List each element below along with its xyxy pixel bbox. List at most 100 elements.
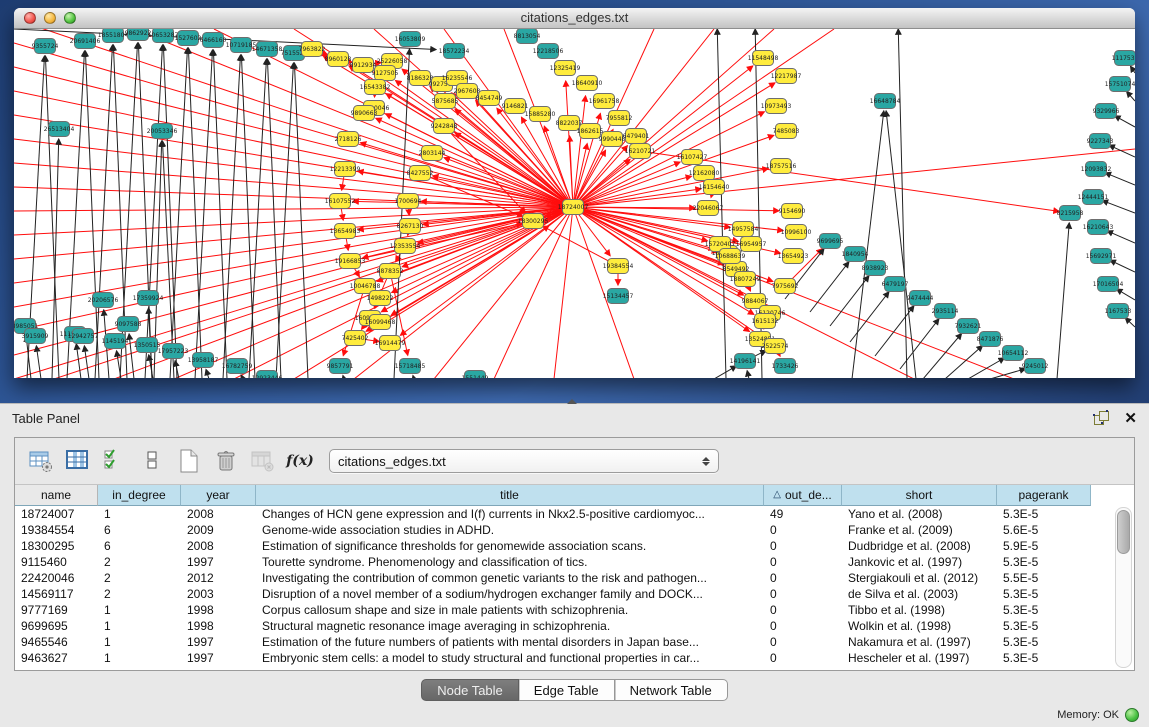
graph-node[interactable]: 14671358 — [252, 42, 283, 57]
table-select[interactable]: citations_edges.txt — [329, 449, 719, 473]
graph-node[interactable]: 1700694 — [395, 194, 422, 209]
delete-table-icon[interactable] — [249, 447, 277, 475]
graph-node[interactable]: 8938923 — [862, 261, 889, 276]
graph-node[interactable]: 2522574 — [762, 339, 789, 354]
graph-node[interactable]: 17957223 — [158, 344, 189, 359]
graph-node[interactable]: 12213399 — [330, 162, 361, 177]
graph-node[interactable]: 19166853 — [335, 254, 366, 269]
table-row[interactable]: 1830029562008Estimation of significance … — [15, 538, 1134, 554]
graph-node[interactable]: 22046067 — [693, 201, 724, 216]
float-panel-icon[interactable] — [1094, 411, 1110, 426]
graph-node[interactable]: 9245012 — [1022, 359, 1049, 374]
table-vertical-scrollbar[interactable] — [1115, 507, 1132, 668]
graph-node[interactable]: 16961758 — [589, 94, 620, 109]
graph-node[interactable]: 15885280 — [525, 107, 556, 122]
column-header-title[interactable]: title — [256, 485, 764, 506]
graph-node[interactable]: 7975692 — [772, 279, 799, 294]
graph-node[interactable]: 9227343 — [1087, 134, 1114, 149]
graph-node[interactable]: 16543382 — [360, 80, 391, 95]
graph-node[interactable]: 5875685 — [432, 94, 459, 109]
graph-node[interactable]: 9355724 — [32, 39, 59, 54]
graph-node[interactable]: 1551449 — [462, 371, 489, 379]
table-row[interactable]: 911546021997Tourette syndrome. Phenomeno… — [15, 554, 1134, 570]
graph-node[interactable]: 18757516 — [766, 159, 797, 174]
graph-node[interactable]: 6479401 — [623, 129, 650, 144]
graph-node[interactable]: 20206576 — [88, 293, 119, 308]
memory-status[interactable]: Memory: OK — [1057, 708, 1139, 722]
graph-node[interactable]: 9699695 — [817, 234, 844, 249]
graph-node[interactable]: 1498222 — [367, 291, 394, 306]
graph-node[interactable]: 9857791 — [327, 359, 354, 374]
graph-node[interactable]: 6466160 — [200, 33, 227, 48]
tab-node-table[interactable]: Node Table — [421, 679, 519, 701]
table-row[interactable]: 1872400712008Changes of HCN gene express… — [15, 506, 1134, 522]
graph-node[interactable]: 16210643 — [1083, 220, 1114, 235]
graph-node[interactable]: 16053809 — [395, 32, 426, 47]
graph-node[interactable]: 15134457 — [603, 289, 634, 304]
tab-edge-table[interactable]: Edge Table — [519, 679, 615, 701]
tab-network-table[interactable]: Network Table — [615, 679, 728, 701]
graph-node[interactable]: 10654112 — [998, 346, 1029, 361]
graph-node[interactable]: 6479197 — [882, 277, 909, 292]
graph-node[interactable]: 15718485 — [395, 359, 426, 374]
graph-node[interactable]: 13958187 — [188, 353, 219, 368]
table-mode-gear-icon[interactable] — [27, 447, 55, 475]
graph-node[interactable]: 8813054 — [514, 29, 541, 44]
graph-node[interactable]: 18640910 — [572, 76, 603, 91]
graph-node[interactable]: 7963822 — [299, 42, 326, 57]
graph-node[interactable]: 16914479 — [375, 336, 406, 351]
table-row[interactable]: 946554611997Estimation of the future num… — [15, 634, 1134, 650]
graph-node[interactable]: 9154690 — [779, 204, 806, 219]
column-header-pagerank[interactable]: pagerank — [997, 485, 1091, 506]
table-row[interactable]: 1456911722003Disruption of a novel membe… — [15, 586, 1134, 602]
row-cells-icon[interactable] — [138, 447, 166, 475]
graph-node[interactable]: 2718126 — [335, 132, 362, 147]
graph-node[interactable]: 7485083 — [773, 124, 800, 139]
graph-node[interactable]: 12444151 — [1078, 190, 1109, 205]
trash-icon[interactable] — [212, 447, 240, 475]
graph-node[interactable]: 17016504 — [1093, 277, 1124, 292]
graph-node[interactable]: 3915909 — [22, 329, 49, 344]
select-columns-checklist-icon[interactable] — [101, 447, 129, 475]
graph-node[interactable]: 12218506 — [533, 44, 564, 59]
column-header-name[interactable]: name — [15, 485, 98, 506]
graph-node[interactable]: 12325419 — [550, 61, 581, 76]
network-canvas[interactable]: 9355724206914061855180498629221065328715… — [14, 29, 1135, 378]
graph-node[interactable]: 8960128 — [325, 52, 352, 67]
graph-node[interactable]: 9329966 — [1093, 104, 1120, 119]
graph-node[interactable]: 8427552 — [407, 166, 434, 181]
graph-node[interactable]: 1733426 — [772, 359, 799, 374]
graph-node[interactable]: 1527602 — [175, 31, 202, 46]
graph-node[interactable]: 12093832 — [1081, 162, 1112, 177]
table-row[interactable]: 1938455462009Genome-wide association stu… — [15, 522, 1134, 538]
graph-node[interactable]: 12923446 — [252, 371, 283, 379]
graph-node[interactable]: 10996100 — [781, 225, 812, 240]
close-panel-icon[interactable]: ✕ — [1124, 411, 1137, 426]
network-window-titlebar[interactable]: citations_edges.txt — [14, 8, 1135, 29]
column-header-out_de[interactable]: △out_de... — [764, 485, 842, 506]
show-columns-icon[interactable] — [64, 447, 92, 475]
graph-node[interactable]: 7955812 — [606, 111, 633, 126]
citation-network-graph[interactable]: 9355724206914061855180498629221065328715… — [14, 29, 1135, 378]
column-header-year[interactable]: year — [181, 485, 256, 506]
graph-node[interactable]: 9890663 — [351, 106, 378, 121]
graph-node[interactable]: 12217987 — [771, 69, 802, 84]
table-row[interactable]: 946362711997Embryonic stem cells: a mode… — [15, 650, 1134, 666]
graph-node[interactable]: 14957584 — [728, 222, 759, 237]
graph-node[interactable]: 10973493 — [761, 99, 792, 114]
scrollbar-thumb[interactable] — [1117, 510, 1130, 554]
panel-splitter-handle[interactable] — [567, 399, 577, 404]
graph-node[interactable]: 16107427 — [677, 150, 708, 165]
graph-node[interactable]: 8878352 — [377, 264, 404, 279]
graph-node[interactable]: 1840954 — [842, 247, 869, 262]
graph-node[interactable]: 8215958 — [1057, 206, 1084, 221]
graph-node[interactable]: 8471876 — [977, 332, 1004, 347]
graph-node[interactable]: 9990448 — [599, 132, 626, 147]
graph-node[interactable]: 11548498 — [748, 51, 779, 66]
graph-node[interactable]: 1350515 — [134, 338, 161, 353]
graph-node[interactable]: 1167533 — [1105, 304, 1132, 319]
function-builder-icon[interactable]: f(x) — [286, 447, 314, 475]
graph-node[interactable]: 2803144 — [419, 146, 446, 161]
graph-node[interactable]: 8454749 — [476, 91, 503, 106]
graph-node[interactable]: 9242848 — [431, 119, 458, 134]
